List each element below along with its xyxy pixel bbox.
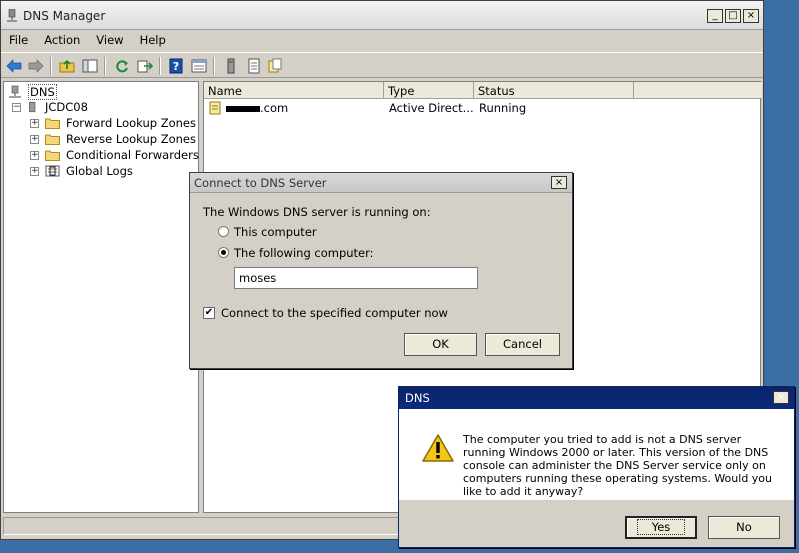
- tree-item-dns-root[interactable]: DNS: [8, 84, 57, 100]
- column-header-status[interactable]: Status: [474, 82, 634, 99]
- tree-label-server: JCDC08: [45, 100, 88, 114]
- tree-label-dns: DNS: [28, 84, 57, 100]
- yes-button-label: Yes: [636, 519, 686, 535]
- dns-root-icon: [9, 85, 21, 98]
- tree-item-reverse-lookup-zones[interactable]: + Reverse Lookup Zones: [30, 131, 197, 147]
- dns-dialog-title-bar[interactable]: DNS ×: [399, 387, 794, 409]
- show-hide-tree-icon[interactable]: [81, 57, 99, 75]
- connect-to-dns-server-dialog: Connect to DNS Server × The Windows DNS …: [189, 172, 573, 369]
- window-title: DNS Manager: [23, 9, 106, 23]
- folder-icon: [45, 134, 60, 145]
- zone-type: Active Direct...: [389, 101, 474, 115]
- this-computer-label[interactable]: This computer: [234, 225, 317, 239]
- computer-name-input[interactable]: [234, 267, 478, 289]
- following-computer-radio[interactable]: [218, 247, 229, 258]
- dns-dialog-body: The computer you tried to add is not a D…: [399, 409, 794, 500]
- menu-action[interactable]: Action: [36, 31, 88, 51]
- console-tree[interactable]: DNS − JCDC08 + Forward Lookup Zones + Re…: [3, 81, 199, 513]
- column-header-empty: [634, 82, 762, 99]
- warning-icon: [422, 434, 454, 462]
- refresh-icon[interactable]: [113, 57, 131, 75]
- connect-now-checkbox[interactable]: ✔: [203, 307, 215, 319]
- tree-label: Reverse Lookup Zones: [66, 132, 196, 146]
- help-icon[interactable]: ?: [167, 57, 185, 75]
- close-button[interactable]: ×: [743, 9, 759, 23]
- logs-icon: [45, 165, 60, 177]
- tree-item-conditional-forwarders[interactable]: + Conditional Forwarders: [30, 147, 200, 163]
- tree-item-server[interactable]: − JCDC08: [12, 99, 89, 115]
- column-header-type[interactable]: Type: [384, 82, 474, 99]
- tree-item-forward-lookup-zones[interactable]: + Forward Lookup Zones: [30, 115, 197, 131]
- ok-button[interactable]: OK: [404, 333, 477, 356]
- minimize-button[interactable]: _: [707, 9, 723, 23]
- dns-dialog-close-button[interactable]: ×: [773, 391, 789, 404]
- zone-status: Running: [479, 101, 527, 115]
- dialog-close-button[interactable]: ×: [551, 176, 567, 189]
- column-header-name[interactable]: Name: [204, 82, 384, 99]
- tree-label: Global Logs: [66, 164, 133, 178]
- this-computer-radio[interactable]: [218, 226, 229, 237]
- server-icon[interactable]: [222, 57, 240, 75]
- tree-item-global-logs[interactable]: + Global Logs: [30, 163, 134, 179]
- server-location-prompt: The Windows DNS server is running on:: [203, 205, 431, 219]
- svg-text:?: ?: [173, 60, 179, 73]
- title-bar[interactable]: DNS Manager _ □ ×: [1, 1, 763, 30]
- toolbar: ?: [1, 52, 763, 78]
- following-computer-label[interactable]: The following computer:: [234, 246, 374, 260]
- collapse-icon[interactable]: −: [12, 102, 21, 112]
- zone-file-icon: [208, 101, 222, 118]
- properties-icon[interactable]: [190, 57, 208, 75]
- back-arrow-icon[interactable]: [5, 57, 23, 75]
- tree-label: Conditional Forwarders: [66, 148, 199, 162]
- folder-icon: [45, 118, 60, 129]
- cancel-button[interactable]: Cancel: [485, 333, 560, 356]
- expand-icon[interactable]: +: [30, 150, 39, 160]
- dns-app-icon: [7, 9, 17, 22]
- zone-icon[interactable]: [266, 57, 284, 75]
- export-list-icon[interactable]: [136, 57, 154, 75]
- zone-name: .com: [226, 101, 288, 115]
- folder-icon: [45, 150, 60, 161]
- no-button[interactable]: No: [708, 516, 780, 539]
- expand-icon[interactable]: +: [30, 166, 39, 176]
- forward-arrow-icon[interactable]: [27, 57, 45, 75]
- dns-message-dialog: DNS × The computer you tried to add is n…: [398, 386, 795, 548]
- yes-button[interactable]: Yes: [625, 516, 697, 539]
- menu-file[interactable]: File: [1, 31, 36, 51]
- up-folder-icon[interactable]: [58, 57, 76, 75]
- dns-dialog-message: The computer you tried to add is not a D…: [463, 433, 773, 498]
- menu-help[interactable]: Help: [132, 31, 174, 51]
- server-icon: [29, 101, 36, 113]
- dns-dialog-title: DNS: [405, 391, 430, 405]
- expand-icon[interactable]: +: [30, 134, 39, 144]
- expand-icon[interactable]: +: [30, 118, 39, 128]
- dialog-title-bar[interactable]: Connect to DNS Server ×: [190, 173, 572, 193]
- menu-bar: File Action View Help: [1, 31, 763, 51]
- dialog-title: Connect to DNS Server: [194, 176, 327, 190]
- connect-now-label[interactable]: Connect to the specified computer now: [221, 306, 448, 320]
- tree-label: Forward Lookup Zones: [66, 116, 196, 130]
- list-row[interactable]: .com Active Direct... Running: [204, 100, 760, 117]
- menu-view[interactable]: View: [88, 31, 131, 51]
- list-icon[interactable]: [245, 57, 263, 75]
- redacted-block: [226, 105, 260, 112]
- maximize-button[interactable]: □: [725, 9, 741, 23]
